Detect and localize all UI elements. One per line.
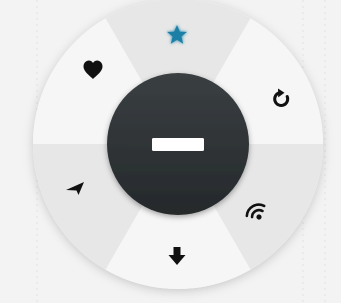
radial-menu-stage bbox=[0, 0, 341, 303]
minus-icon[interactable] bbox=[152, 138, 204, 151]
radial-menu bbox=[33, 0, 326, 303]
collapse-menu-button[interactable] bbox=[107, 73, 249, 215]
